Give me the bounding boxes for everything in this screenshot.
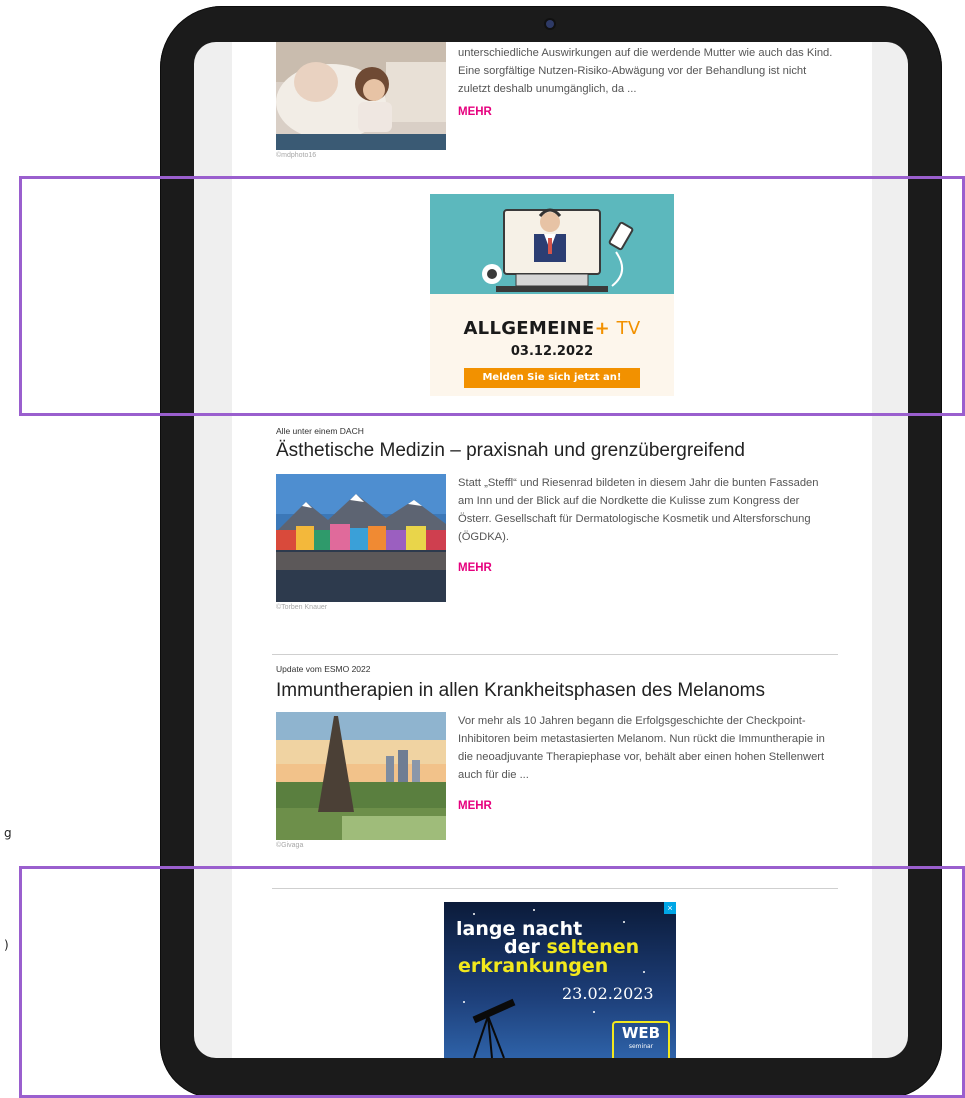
article-kicker: Alle unter einem DACH bbox=[276, 426, 364, 436]
article-image-innsbruck[interactable] bbox=[276, 474, 446, 602]
article-title[interactable]: Ästhetische Medizin – praxisnah und gren… bbox=[276, 440, 876, 462]
highlight-box-ad-2 bbox=[19, 866, 965, 1098]
front-camera bbox=[546, 20, 554, 28]
more-link[interactable]: MEHR bbox=[458, 562, 492, 574]
article-image-paris[interactable] bbox=[276, 712, 446, 840]
article-aesthetics[interactable]: Alle unter einem DACH Ästhetische Medizi… bbox=[276, 426, 836, 626]
highlight-box-ad-1 bbox=[19, 176, 965, 416]
image-credit: ©mdphoto16 bbox=[276, 152, 317, 159]
outer-fragment-paren: ) bbox=[4, 938, 9, 952]
more-link[interactable]: MEHR bbox=[458, 800, 492, 812]
article-pregnancy[interactable]: ©mdphoto16 unterschiedliche Auswirkungen… bbox=[276, 42, 836, 172]
article-excerpt: unterschiedliche Auswirkungen auf die we… bbox=[458, 47, 833, 95]
section-divider bbox=[272, 654, 838, 655]
article-kicker: Update vom ESMO 2022 bbox=[276, 664, 371, 674]
image-credit: ©Torben Knauer bbox=[276, 604, 328, 611]
article-title[interactable]: Immuntherapien in allen Krankheitsphasen… bbox=[276, 680, 876, 702]
more-link[interactable]: MEHR bbox=[458, 106, 492, 118]
outer-fragment-g: g bbox=[4, 826, 12, 840]
article-excerpt: Vor mehr als 10 Jahren begann die Erfolg… bbox=[458, 715, 825, 781]
article-melanoma[interactable]: Update vom ESMO 2022 Immuntherapien in a… bbox=[276, 664, 836, 860]
image-credit: ©Givaga bbox=[276, 842, 304, 849]
article-excerpt: Statt „Steffl“ und Riesenrad bildeten in… bbox=[458, 477, 819, 543]
article-image-mother-child[interactable] bbox=[276, 42, 446, 150]
